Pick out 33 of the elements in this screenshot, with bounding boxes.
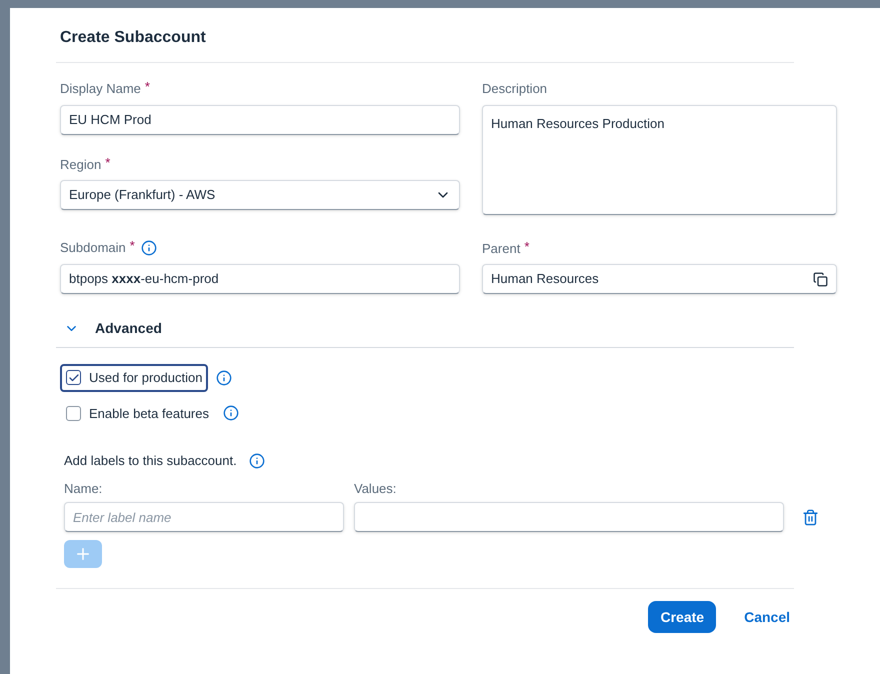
required-marker: * — [105, 154, 110, 172]
info-icon[interactable] — [216, 370, 232, 386]
field-label: Values: — [354, 480, 398, 498]
checkbox-option[interactable]: Enable beta features — [60, 400, 215, 427]
field-label: Description — [482, 80, 548, 98]
field-label: Parent — [482, 240, 520, 258]
display-name-field[interactable]: EU HCM Prod — [60, 104, 460, 134]
checkbox-option[interactable]: Used for production — [60, 364, 208, 392]
info-icon[interactable] — [140, 240, 157, 256]
label-name-input[interactable]: Enter label name — [64, 502, 344, 532]
field-label: Subdomain — [60, 239, 126, 257]
info-icon[interactable] — [222, 405, 239, 422]
subdomain-field[interactable]: btpops xxxx-eu-hcm-prod — [60, 264, 460, 294]
field-label: Region — [60, 156, 102, 174]
field-label: Display Name — [60, 80, 141, 98]
required-marker: * — [130, 237, 135, 255]
label-values-input[interactable] — [354, 502, 784, 532]
dialog-title: Create Subaccount — [59, 28, 207, 48]
field-label: Name: — [64, 480, 104, 498]
description-textarea[interactable]: Human Resources Production — [482, 104, 837, 214]
parent-field[interactable]: Human Resources — [482, 264, 837, 294]
required-marker: * — [524, 238, 530, 256]
trash-icon[interactable] — [802, 508, 819, 526]
required-marker: * — [144, 78, 150, 96]
cancel-link[interactable]: Cancel — [740, 601, 794, 633]
advanced-toggle[interactable]: Advanced — [64, 318, 162, 339]
labels-hint: Add labels to this subaccount. — [64, 452, 237, 470]
value-help-icon[interactable] — [813, 272, 828, 286]
info-icon[interactable] — [248, 452, 265, 469]
plus-icon — [74, 545, 92, 563]
create-button[interactable]: Create — [648, 601, 716, 633]
check-icon — [68, 372, 80, 384]
region-select[interactable]: Europe (Frankfurt) - AWS — [60, 180, 460, 210]
